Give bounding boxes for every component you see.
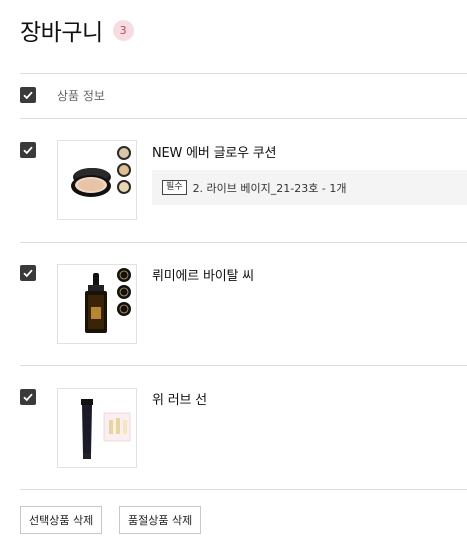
page-title: 장바구니 [20,20,103,46]
item-checkbox[interactable] [20,142,36,158]
cart-header: 장바구니 3 [20,14,134,46]
delete-soldout-button[interactable]: 품절상품 삭제 [119,506,202,534]
divider [20,489,467,490]
divider [20,118,467,119]
divider [20,365,467,366]
item-checkbox[interactable] [20,389,36,405]
checkmark-icon [23,146,33,155]
serum-bottle-image [85,268,131,333]
option-text: 2. 라이브 베이지_21-23호 - 1개 [192,181,347,195]
divider [20,73,467,74]
product-name[interactable]: 위 러브 선 [152,389,207,408]
product-thumbnail[interactable] [57,388,137,468]
product-thumbnail[interactable] [57,140,137,220]
required-badge: 필수 [162,180,187,195]
checkmark-icon [23,91,33,100]
select-all-checkbox[interactable] [20,87,36,103]
item-checkbox[interactable] [20,265,36,281]
product-option: 필수 2. 라이브 베이지_21-23호 - 1개 [152,170,467,205]
product-info-label: 상품 정보 [57,89,105,103]
sunscreen-tube-image [81,399,131,459]
cushion-compact-image [71,146,131,197]
checkmark-icon [23,269,33,278]
product-name[interactable]: NEW 에버 글로우 쿠션 [152,142,277,161]
product-name[interactable]: 뤼미에르 바이탈 씨 [152,265,254,284]
cart-count-badge: 3 [112,19,134,41]
product-thumbnail[interactable] [57,264,137,344]
divider [20,242,467,243]
delete-selected-button[interactable]: 선택상품 삭제 [20,506,103,534]
checkmark-icon [23,393,33,402]
